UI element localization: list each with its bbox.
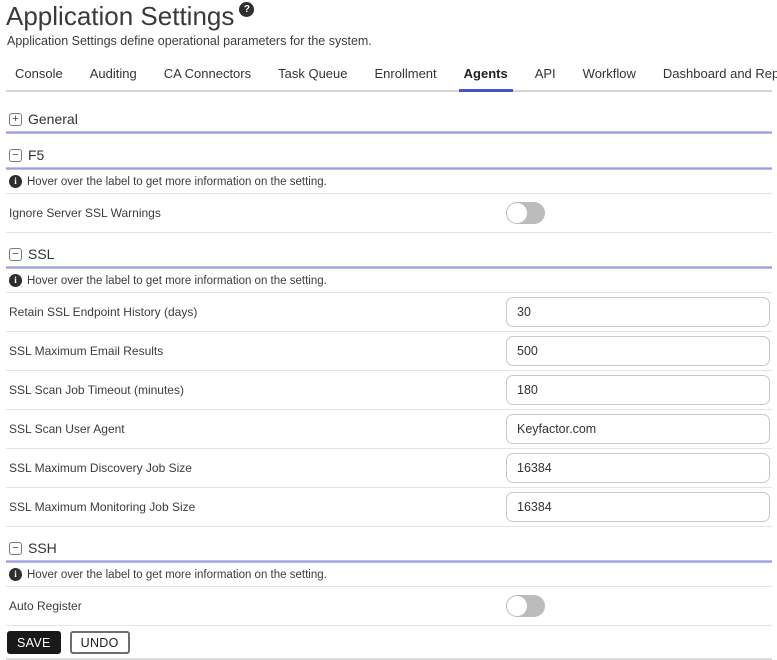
- setting-label-ssl-maximum-discovery-job-size: SSL Maximum Discovery Job Size: [9, 461, 506, 475]
- ssl-maximum-discovery-job-size-input[interactable]: [506, 453, 770, 483]
- auto-register-toggle[interactable]: [506, 595, 545, 617]
- tab-ca-connectors[interactable]: CA Connectors: [159, 60, 256, 92]
- setting-row-ssl-scan-user-agent: SSL Scan User Agent: [6, 410, 772, 449]
- toggle-knob: [507, 596, 527, 616]
- ssl-scan-job-timeout-minutes-input[interactable]: [506, 375, 770, 405]
- page-title: Application Settings?: [6, 0, 772, 31]
- setting-row-retain-ssl-endpoint-history-days: Retain SSL Endpoint History (days): [6, 293, 772, 332]
- collapse-icon[interactable]: −: [9, 149, 22, 162]
- info-row: i Hover over the label to get more inform…: [6, 563, 772, 587]
- action-bar: SAVE UNDO: [6, 626, 772, 658]
- setting-label-ignore-server-ssl-warnings: Ignore Server SSL Warnings: [9, 206, 506, 220]
- info-row: i Hover over the label to get more inform…: [6, 170, 772, 194]
- ssl-maximum-monitoring-job-size-input[interactable]: [506, 492, 770, 522]
- setting-label-ssl-scan-user-agent: SSL Scan User Agent: [9, 422, 506, 436]
- ignore-server-ssl-warnings-toggle[interactable]: [506, 202, 545, 224]
- setting-label-ssl-maximum-email-results: SSL Maximum Email Results: [9, 344, 506, 358]
- tab-console[interactable]: Console: [10, 60, 68, 92]
- setting-label-ssl-scan-job-timeout-minutes: SSL Scan Job Timeout (minutes): [9, 383, 506, 397]
- section-title-ssh: SSH: [28, 540, 57, 556]
- ssl-maximum-email-results-input[interactable]: [506, 336, 770, 366]
- expand-icon[interactable]: +: [9, 113, 22, 126]
- setting-label-ssl-maximum-monitoring-job-size: SSL Maximum Monitoring Job Size: [9, 500, 506, 514]
- collapse-icon[interactable]: −: [9, 248, 22, 261]
- info-icon: i: [9, 274, 22, 287]
- section-header-general[interactable]: + General: [6, 107, 772, 131]
- setting-label-auto-register: Auto Register: [9, 599, 506, 613]
- setting-label-retain-ssl-endpoint-history-days: Retain SSL Endpoint History (days): [9, 305, 506, 319]
- info-text: Hover over the label to get more informa…: [27, 275, 327, 287]
- toggle-knob: [507, 203, 527, 223]
- settings-sections: +General−F5iHover over the label to get …: [6, 107, 772, 626]
- tab-agents[interactable]: Agents: [459, 60, 513, 92]
- undo-button[interactable]: UNDO: [70, 631, 130, 654]
- setting-row-ssl-scan-job-timeout-minutes: SSL Scan Job Timeout (minutes): [6, 371, 772, 410]
- setting-row-ssl-maximum-email-results: SSL Maximum Email Results: [6, 332, 772, 371]
- info-row: i Hover over the label to get more inform…: [6, 269, 772, 293]
- setting-row-ssl-maximum-monitoring-job-size: SSL Maximum Monitoring Job Size: [6, 488, 772, 527]
- retain-ssl-endpoint-history-days-input[interactable]: [506, 297, 770, 327]
- setting-row-ssl-maximum-discovery-job-size: SSL Maximum Discovery Job Size: [6, 449, 772, 488]
- section-header-ssh[interactable]: −SSH: [6, 536, 772, 560]
- application-settings-page: Application Settings? Application Settin…: [0, 0, 777, 660]
- info-icon: i: [9, 568, 22, 581]
- tab-bar: Console Auditing CA Connectors Task Queue En…: [6, 60, 772, 92]
- section-header-f5[interactable]: −F5: [6, 143, 772, 167]
- tab-api[interactable]: API: [530, 60, 561, 92]
- setting-row-auto-register: Auto Register: [6, 587, 772, 626]
- section-title-general: General: [28, 111, 78, 127]
- section-divider: [6, 131, 772, 134]
- info-text: Hover over the label to get more informa…: [27, 569, 327, 581]
- ssl-scan-user-agent-input[interactable]: [506, 414, 770, 444]
- section-title-ssl: SSL: [28, 246, 54, 262]
- info-icon: i: [9, 175, 22, 188]
- save-button[interactable]: SAVE: [7, 631, 61, 654]
- tab-enrollment[interactable]: Enrollment: [370, 60, 442, 92]
- tab-dashboard-and-reports[interactable]: Dashboard and Reports: [658, 60, 777, 92]
- section-title-f5: F5: [28, 147, 44, 163]
- tab-task-queue[interactable]: Task Queue: [273, 60, 352, 92]
- collapse-icon[interactable]: −: [9, 542, 22, 555]
- tab-workflow[interactable]: Workflow: [578, 60, 641, 92]
- info-text: Hover over the label to get more informa…: [27, 176, 327, 188]
- setting-row-ignore-server-ssl-warnings: Ignore Server SSL Warnings: [6, 194, 772, 233]
- page-title-text: Application Settings: [6, 1, 234, 31]
- tab-auditing[interactable]: Auditing: [85, 60, 142, 92]
- help-icon[interactable]: ?: [239, 2, 254, 17]
- section-header-ssl[interactable]: −SSL: [6, 242, 772, 266]
- page-subtitle: Application Settings define operational …: [7, 34, 772, 48]
